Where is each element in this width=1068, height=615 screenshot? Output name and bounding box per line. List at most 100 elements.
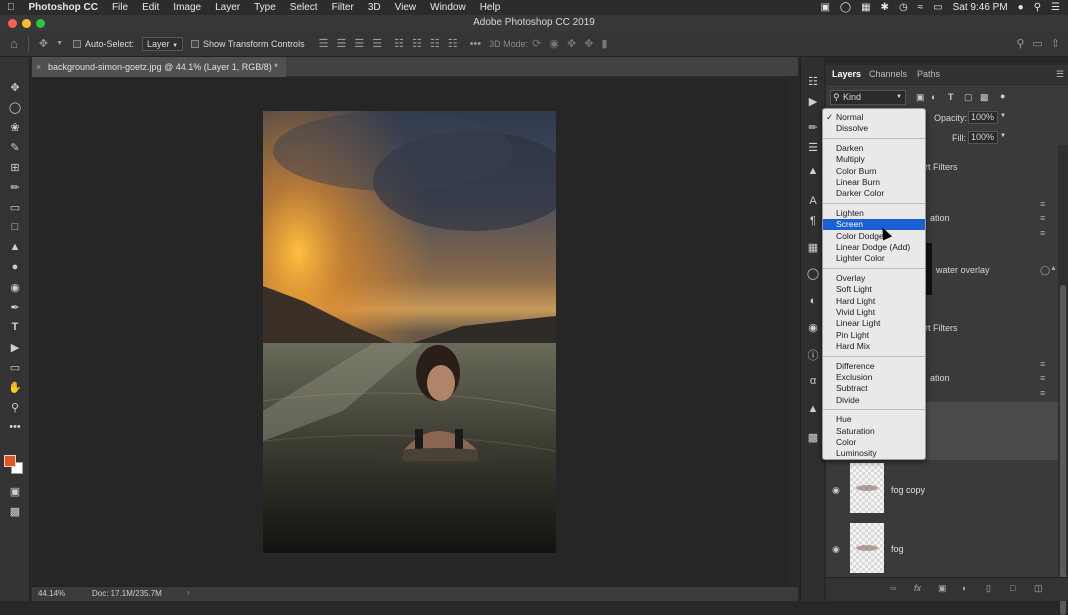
hand-tool-icon[interactable]: ✋ [7,379,23,395]
visibility-eye-icon[interactable]: ◉ [832,485,840,496]
layer-filter-select[interactable]: ⚲ Kind ▼ [830,90,906,105]
move-tool-icon[interactable]: ✥ [7,79,23,95]
opacity-chevron-icon[interactable]: ▼ [1000,113,1006,119]
home-icon[interactable]: ⌂ [10,36,18,51]
brush-tool-icon[interactable]: □ [7,219,23,235]
close-tab-icon[interactable]: × [36,57,41,77]
tab-layers[interactable]: Layers [832,69,861,79]
menu-file[interactable]: File [105,2,135,13]
filter-adjustment-icon[interactable]: ◐ [931,92,936,102]
libraries-icon[interactable]: ◉ [805,319,821,335]
grid-icon[interactable]: ▦ [861,2,870,13]
blend-mode-option[interactable]: Color [823,437,925,448]
blend-mode-option[interactable]: Pin Light [823,330,925,341]
color-icon[interactable]: ◯ [805,265,821,281]
align-right-icon[interactable]: ☰ [354,37,364,50]
blend-mode-option[interactable]: ✓ Normal [823,112,925,123]
layers-scrollbar[interactable] [1058,145,1068,615]
history-icon[interactable]: ☷ [805,73,821,89]
user-icon[interactable]: ● [1018,2,1024,13]
distribute-vertical-icon[interactable]: ☷ [448,37,458,50]
glyphs-icon[interactable]: α [805,373,821,389]
water-overlay-label[interactable]: water overlay [936,265,990,275]
more-options-icon[interactable]: ••• [470,38,482,50]
menu-image[interactable]: Image [166,2,208,13]
minimize-window-button[interactable] [22,19,31,28]
properties-icon[interactable]: ▩ [805,429,821,445]
apple-icon[interactable]:  [0,2,22,13]
layer-row-fog-copy[interactable]: ◉ fog copy [826,461,1058,519]
3d-scale-icon[interactable]: ▮ [601,37,607,50]
tab-channels[interactable]: Channels [869,69,907,79]
blend-mode-option[interactable]: Lighter Color [823,253,925,264]
type-tool-icon[interactable]: T [7,319,23,335]
blend-mode-option[interactable]: Darken [823,143,925,154]
new-layer-icon[interactable]: □ [1010,583,1015,593]
menu-help[interactable]: Help [473,2,508,13]
menu-app[interactable]: Photoshop CC [22,2,105,13]
close-window-button[interactable] [8,19,17,28]
menu-type[interactable]: Type [247,2,283,13]
healing-brush-tool-icon[interactable]: ▭ [7,199,23,215]
tab-paths[interactable]: Paths [917,69,940,79]
brush-panel-icon[interactable]: ✏ [805,119,821,135]
3d-slide-icon[interactable]: ✥ [584,37,593,50]
clock[interactable]: Sat 9:46 PM [953,2,1008,13]
eyedropper-tool-icon[interactable]: ✏ [7,179,23,195]
blend-mode-option[interactable]: Divide [823,395,925,406]
pen-tool-icon[interactable]: ✒ [7,299,23,315]
clone-source-icon[interactable]: ▲ [805,163,821,179]
document-image[interactable] [263,111,556,553]
blur-tool-icon[interactable]: ● [7,259,23,275]
paragraph-icon[interactable]: ¶ [805,213,821,229]
chevron-up-icon[interactable]: ▲ [1050,265,1057,272]
menu-3d[interactable]: 3D [361,2,388,13]
workspace-icon[interactable]: ▭ [1032,37,1042,50]
3d-roll-icon[interactable]: ◉ [549,37,559,50]
menu-layer[interactable]: Layer [208,2,247,13]
blend-mode-option[interactable]: Lighten [823,208,925,219]
bluetooth-icon[interactable]: ✱ [881,2,889,13]
blend-mode-option[interactable]: Hue [823,414,925,425]
creative-cloud-icon[interactable]: ◯ [840,2,851,13]
layer-row-fog[interactable]: ◉ fog [826,521,1058,577]
fx-icon[interactable]: fx [914,583,921,593]
path-select-tool-icon[interactable]: ▶ [7,339,23,355]
blend-mode-option[interactable]: Soft Light [823,284,925,295]
lasso-tool-icon[interactable]: ❀ [7,119,23,135]
menu-window[interactable]: Window [423,2,473,13]
filter-options-icon[interactable]: ≡ [1040,228,1045,238]
rectangle-tool-icon[interactable]: ▭ [7,359,23,375]
adjustments-icon[interactable]: ◐ [805,293,821,309]
blend-mode-option[interactable]: Screen [823,219,925,231]
align-center-icon[interactable]: ☰ [336,37,346,50]
filter-options-icon[interactable]: ≡ [1040,359,1045,369]
blend-mode-option[interactable]: Exclusion [823,372,925,383]
blend-mode-option[interactable]: Linear Burn [823,177,925,188]
foreground-color-swatch[interactable] [4,455,16,467]
blend-mode-option[interactable]: Hard Light [823,296,925,307]
filter-smart-object-icon[interactable]: ▩ [980,92,989,103]
align-top-icon[interactable]: ☷ [394,37,404,50]
show-transform-checkbox[interactable] [191,39,200,48]
zoom-tool-icon[interactable]: ⚲ [7,399,23,415]
zoom-window-button[interactable] [36,19,45,28]
marquee-tool-icon[interactable]: ◯ [7,99,23,115]
blend-mode-option[interactable]: Overlay [823,273,925,284]
wifi-icon[interactable]: ≈ [918,2,924,13]
dodge-tool-icon[interactable]: ◉ [7,279,23,295]
crop-tool-icon[interactable]: ⊞ [7,159,23,175]
blend-mode-option[interactable]: Darker Color [823,188,925,199]
blend-mode-option[interactable]: Multiply [823,154,925,165]
adjustment-layer-icon[interactable]: ◐ [962,583,967,593]
blend-mode-option[interactable]: Vivid Light [823,307,925,318]
3d-icon[interactable]: ▲ [805,401,821,417]
battery-icon[interactable]: ▭ [933,2,942,13]
screen-record-icon[interactable]: ▣ [820,2,829,13]
distribute-icon[interactable]: ☰ [372,37,382,50]
blend-mode-option[interactable]: Hard Mix [823,341,925,352]
3d-pan-icon[interactable]: ✥ [567,37,576,50]
blend-mode-option[interactable]: Dissolve [823,123,925,134]
blend-mode-option[interactable]: Saturation [823,426,925,437]
align-bottom-icon[interactable]: ☷ [430,37,440,50]
